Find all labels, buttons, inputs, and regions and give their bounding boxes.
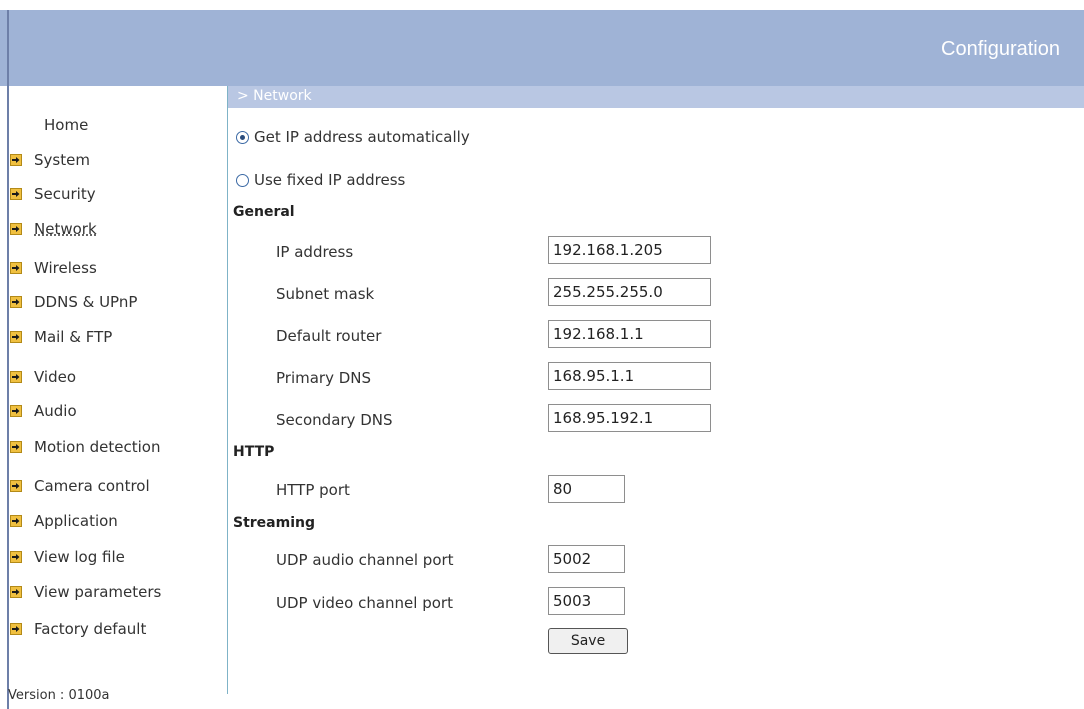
sidebar-item-label: Mail & FTP (34, 328, 113, 346)
left-border-line (7, 10, 9, 709)
sidebar-item-label: Application (34, 512, 118, 530)
sidebar-item-camera-control[interactable]: Camera control (10, 476, 150, 496)
sidebar-item-label: Security (34, 185, 96, 203)
sidebar-item-application[interactable]: Application (10, 511, 118, 531)
udp-audio-port-input[interactable] (548, 545, 625, 573)
label-udp-video-port: UDP video channel port (276, 594, 453, 612)
group-title-http: HTTP (233, 444, 275, 460)
section-title-bar: > Network (228, 86, 1084, 108)
label-default-router: Default router (276, 327, 382, 345)
arrow-right-icon (10, 551, 22, 563)
label-ip-address: IP address (276, 243, 354, 261)
save-button[interactable]: Save (548, 628, 628, 654)
label-subnet-mask: Subnet mask (276, 285, 375, 303)
sidebar-item-wireless[interactable]: Wireless (10, 258, 97, 278)
sidebar-item-view-parameters[interactable]: View parameters (10, 582, 161, 602)
header-bar: Configuration (0, 10, 1084, 86)
sidebar-item-view-log-file[interactable]: View log file (10, 547, 125, 567)
radio-use-fixed-ip[interactable]: Use fixed IP address (236, 170, 405, 190)
sidebar-item-video[interactable]: Video (10, 367, 76, 387)
sidebar-item-label: Camera control (34, 477, 150, 495)
top-margin (0, 0, 1084, 10)
radio-get-ip-auto[interactable]: Get IP address automatically (236, 127, 470, 147)
sidebar-item-audio[interactable]: Audio (10, 401, 77, 421)
subnet-mask-input[interactable] (548, 278, 711, 306)
arrow-right-icon (10, 441, 22, 453)
arrow-right-icon (10, 405, 22, 417)
sidebar-item-label: Motion detection (34, 438, 161, 456)
default-router-input[interactable] (548, 320, 711, 348)
sidebar-item-label: Factory default (34, 620, 147, 638)
sidebar-item-label: Network (34, 220, 97, 238)
arrow-right-icon (10, 515, 22, 527)
sidebar-item-label: View parameters (34, 583, 162, 601)
sidebar-item-ddns-upnp[interactable]: DDNS & UPnP (10, 292, 137, 312)
ip-address-input[interactable] (548, 236, 711, 264)
arrow-right-icon (10, 586, 22, 598)
arrow-right-icon (10, 223, 22, 235)
http-port-input[interactable] (548, 475, 625, 503)
section-title: > Network (237, 88, 312, 104)
sidebar-item-mail-ftp[interactable]: Mail & FTP (10, 327, 112, 347)
radio-label-auto: Get IP address automatically (254, 128, 470, 146)
sidebar-divider (227, 86, 228, 694)
page-title: Configuration (941, 38, 1060, 60)
sidebar-item-network[interactable]: Network (10, 219, 97, 239)
label-http-port: HTTP port (276, 481, 350, 499)
sidebar-item-label: System (34, 151, 90, 169)
sidebar-item-label: View log file (34, 548, 125, 566)
radio-checked-icon[interactable] (236, 130, 249, 144)
label-udp-audio-port: UDP audio channel port (276, 551, 454, 569)
sidebar-item-label: Home (44, 116, 89, 134)
version-text: Version : 0100a (8, 688, 110, 703)
udp-video-port-input[interactable] (548, 587, 625, 615)
arrow-right-icon (10, 262, 22, 274)
group-title-general: General (233, 204, 295, 220)
radio-label-fixed: Use fixed IP address (254, 171, 406, 189)
sidebar-item-security[interactable]: Security (10, 184, 96, 204)
sidebar-item-home[interactable]: Home (44, 115, 88, 135)
label-primary-dns: Primary DNS (276, 369, 372, 387)
sidebar-item-label: Wireless (34, 259, 97, 277)
arrow-right-icon (10, 154, 22, 166)
arrow-right-icon (10, 296, 22, 308)
arrow-right-icon (10, 331, 22, 343)
primary-dns-input[interactable] (548, 362, 711, 390)
arrow-right-icon (10, 188, 22, 200)
sidebar-item-factory-default[interactable]: Factory default (10, 619, 146, 639)
label-secondary-dns: Secondary DNS (276, 411, 393, 429)
sidebar-item-label: Audio (34, 402, 77, 420)
radio-unchecked-icon[interactable] (236, 173, 249, 187)
arrow-right-icon (10, 371, 22, 383)
sidebar-item-label: DDNS & UPnP (34, 293, 138, 311)
arrow-right-icon (10, 480, 22, 492)
sidebar-item-system[interactable]: System (10, 150, 90, 170)
arrow-right-icon (10, 623, 22, 635)
sidebar-item-label: Video (34, 368, 77, 386)
group-title-streaming: Streaming (233, 515, 315, 531)
secondary-dns-input[interactable] (548, 404, 711, 432)
sidebar-item-motion-detection[interactable]: Motion detection (10, 437, 160, 457)
